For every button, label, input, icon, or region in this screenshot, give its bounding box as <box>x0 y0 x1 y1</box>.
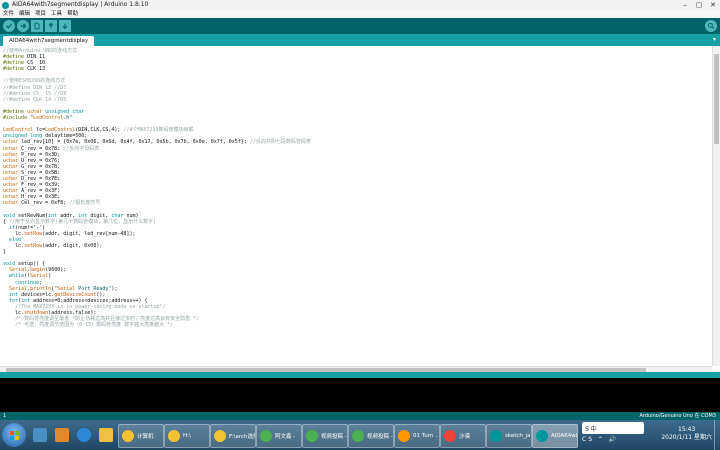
toolbar <box>0 18 720 34</box>
clock-date: 2020/1/11 星期六 <box>661 434 712 441</box>
ie-icon[interactable] <box>74 424 94 446</box>
ime-label: S 中 <box>585 425 597 433</box>
task-label: sketch_ja... <box>505 433 531 439</box>
menu-edit[interactable]: 编辑 <box>19 10 30 18</box>
menu-tools[interactable]: 工具 <box>51 10 62 18</box>
code-text[interactable]: //使用Arduino UNO的连线方式 #define DIN 11 #def… <box>3 48 311 328</box>
console-output <box>0 378 720 412</box>
task-label: 计算机 <box>137 434 154 440</box>
board-port: Arduino/Genuino Uno 在 COM3 <box>639 413 716 419</box>
media-player-icon[interactable] <box>52 424 72 446</box>
taskbar-task[interactable]: H:\ <box>164 424 210 448</box>
task-label: AIDA64wi... <box>551 433 577 439</box>
serial-monitor-button[interactable] <box>705 20 717 32</box>
tab-menu-icon[interactable]: ▾ <box>713 36 716 44</box>
app-icon <box>352 430 364 442</box>
arrow-right-icon <box>20 23 27 29</box>
task-label: 视频投稿 - <box>321 434 347 440</box>
status-bar: 1 Arduino/Genuino Uno 在 COM3 <box>0 412 720 420</box>
task-label: 沙漠 <box>459 434 471 440</box>
tab-bar: AIDA64with7segmentdisplay ▾ <box>0 34 720 46</box>
magnifier-icon <box>707 22 715 30</box>
maximize-button[interactable]: ▢ <box>692 0 706 10</box>
window-title: AIDA64with7segmentdisplay | Arduino 1.8.… <box>12 1 149 8</box>
tray-icons[interactable]: CS ⌃ 🔊 <box>582 436 618 443</box>
show-desktop-button[interactable] <box>714 420 720 450</box>
task-label: 视频投稿 - <box>367 434 393 440</box>
clock[interactable]: 15:43 2020/1/11 星期六 <box>661 426 712 442</box>
app-icon <box>214 430 226 442</box>
taskbar: 计算机 H:\ F:\arch选择 阿文鑫 - 视频投稿 - 视频投稿 - 01 Turn … <box>0 420 720 450</box>
menu-file[interactable]: 文件 <box>3 10 14 18</box>
app-icon <box>536 430 548 442</box>
open-button[interactable] <box>45 20 57 32</box>
app-icon <box>122 430 134 442</box>
taskbar-task[interactable]: 阿文鑫 - <box>256 424 302 448</box>
vertical-scrollbar[interactable] <box>712 46 720 366</box>
app-icon <box>490 430 502 442</box>
taskbar-task[interactable]: 视频投稿 - <box>302 424 348 448</box>
system-tray: S 中 CS ⌃ 🔊 15:43 2020/1/11 星期六 <box>582 420 720 450</box>
taskbar-task[interactable]: sketch_ja... <box>486 424 532 448</box>
new-file-icon <box>34 22 40 30</box>
app-icon <box>444 430 456 442</box>
scroll-thumb[interactable] <box>714 54 719 144</box>
minimize-button[interactable]: – <box>678 0 692 10</box>
app-icon <box>168 430 180 442</box>
explorer-icon[interactable] <box>30 424 50 446</box>
taskbar-task[interactable]: F:\arch选择 <box>210 424 256 448</box>
taskbar-task[interactable]: 视频投稿 - <box>348 424 394 448</box>
check-icon <box>6 23 12 29</box>
app-icon <box>398 430 410 442</box>
task-label: H:\ <box>183 433 191 439</box>
verify-button[interactable] <box>3 20 15 32</box>
arrow-up-icon <box>48 22 54 29</box>
start-button[interactable] <box>2 423 26 447</box>
window-controls: – ▢ ✕ <box>678 0 720 10</box>
taskbar-task[interactable]: 计算机 <box>118 424 164 448</box>
task-label: F:\arch选择 <box>229 434 255 440</box>
arrow-down-icon <box>62 23 68 30</box>
app-icon <box>306 430 318 442</box>
clock-time: 15:43 <box>678 426 696 433</box>
taskbar-task[interactable]: AIDA64wi... <box>532 424 578 448</box>
line-number: 1 <box>3 413 7 419</box>
ime-bar[interactable]: S 中 <box>582 422 644 434</box>
task-label: 01 Turn ... <box>413 433 439 439</box>
close-button[interactable]: ✕ <box>706 0 720 10</box>
arduino-icon <box>2 1 9 9</box>
windows-logo-icon <box>9 430 19 440</box>
app-icon <box>260 430 272 442</box>
save-button[interactable] <box>59 20 71 32</box>
taskbar-task[interactable]: 沙漠 <box>440 424 486 448</box>
taskbar-task[interactable]: 01 Turn ... <box>394 424 440 448</box>
code-editor[interactable]: //使用Arduino UNO的连线方式 #define DIN 11 #def… <box>0 46 712 366</box>
menu-sketch[interactable]: 项目 <box>35 10 46 18</box>
task-label: 阿文鑫 - <box>275 434 296 440</box>
menu-help[interactable]: 帮助 <box>67 10 78 18</box>
upload-button[interactable] <box>17 20 29 32</box>
menu-bar: 文件 编辑 项目 工具 帮助 <box>0 10 720 18</box>
new-button[interactable] <box>31 20 43 32</box>
tab-sketch[interactable]: AIDA64with7segmentdisplay <box>3 36 95 46</box>
folder-icon[interactable] <box>96 424 116 446</box>
